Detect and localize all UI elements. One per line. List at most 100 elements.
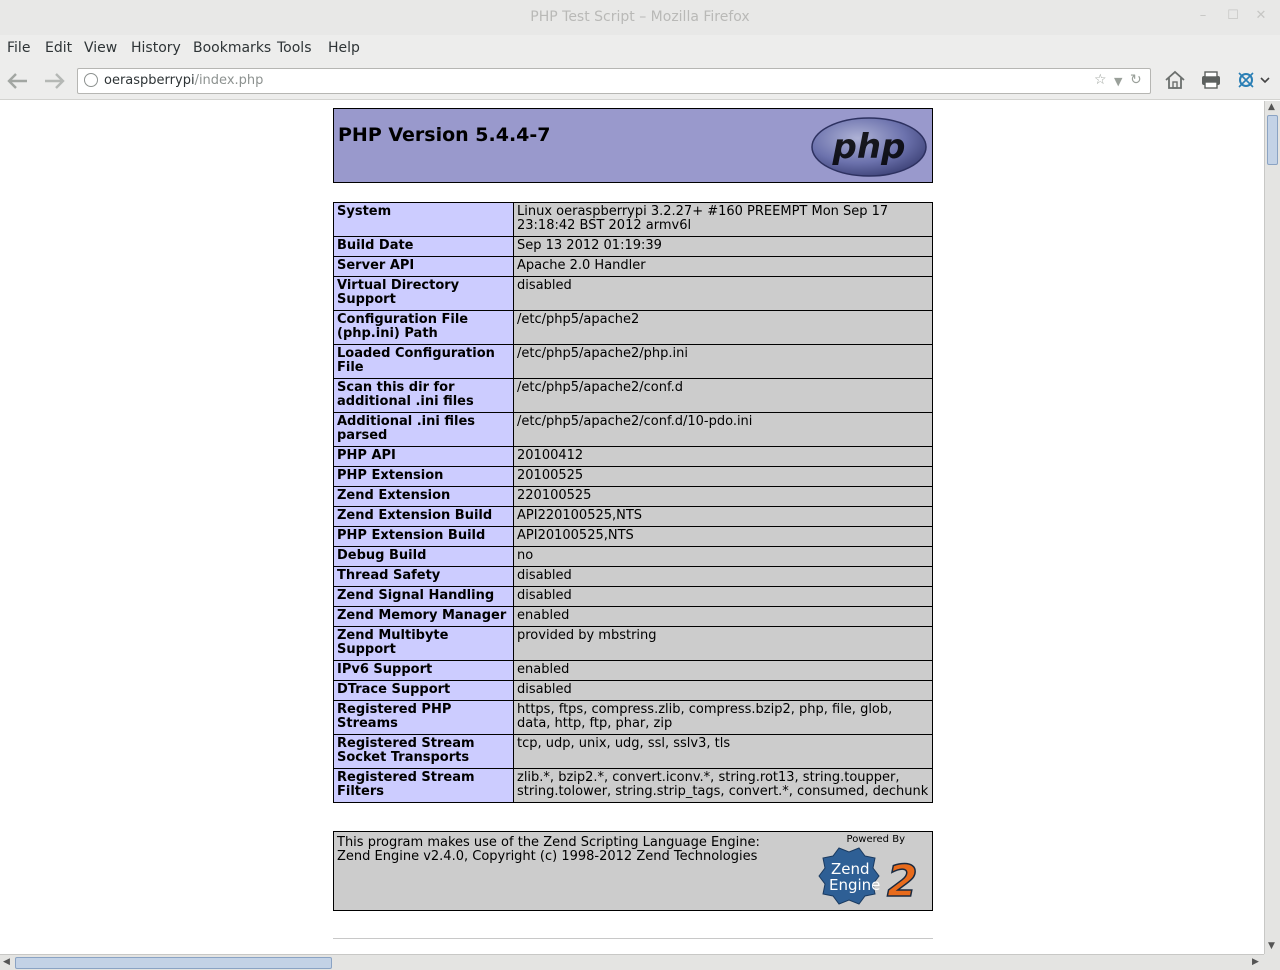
- forward-arrow-icon[interactable]: [40, 69, 68, 93]
- info-value: 20100525: [513, 466, 933, 487]
- info-value: disabled: [513, 680, 933, 701]
- info-key: Additional .ini files parsed: [333, 412, 514, 447]
- zend-engine-box: This program makes use of the Zend Scrip…: [333, 831, 933, 911]
- info-value: /etc/php5/apache2/php.ini: [513, 344, 933, 379]
- menu-bar: File Edit View History Bookmarks Tools H…: [0, 35, 1280, 62]
- info-value: zlib.*, bzip2.*, convert.iconv.*, string…: [513, 768, 933, 803]
- zend-logo-line2: Engine: [829, 876, 880, 894]
- table-row: Zend Memory Manager enabled: [333, 606, 933, 627]
- close-icon[interactable]: ✕: [1251, 8, 1271, 23]
- table-row: Additional .ini files parsed/etc/php5/ap…: [333, 412, 933, 447]
- info-key: IPv6 Support: [333, 660, 514, 681]
- info-key: Loaded Configuration File: [333, 344, 514, 379]
- info-value: Linux oeraspberrypi 3.2.27+ #160 PREEMPT…: [513, 202, 933, 237]
- info-key: Registered Stream Socket Transports: [333, 734, 514, 769]
- home-icon[interactable]: [1162, 70, 1188, 94]
- info-value: Apache 2.0 Handler: [513, 256, 933, 277]
- scroll-up-icon[interactable]: ▲: [1268, 102, 1275, 112]
- info-key: Virtual Directory Support: [333, 276, 514, 311]
- maximize-icon[interactable]: ☐: [1223, 8, 1243, 23]
- info-value: disabled: [513, 566, 933, 587]
- minimize-icon[interactable]: –: [1193, 8, 1213, 23]
- menu-tools[interactable]: Tools: [277, 40, 312, 56]
- table-row: Zend Signal Handling disabled: [333, 586, 933, 607]
- table-row: IPv6 Support enabled: [333, 660, 933, 681]
- table-row: Zend Multibyte Support provided by mbstri…: [333, 626, 933, 661]
- info-value: 20100412: [513, 446, 933, 467]
- info-key: System: [333, 202, 514, 237]
- addon-icon[interactable]: [1234, 70, 1274, 94]
- menu-file[interactable]: File: [7, 40, 30, 56]
- info-key: Thread Safety: [333, 566, 514, 587]
- info-value: no: [513, 546, 933, 567]
- table-row: Build Date Sep 13 2012 01:19:39: [333, 236, 933, 257]
- info-value: /etc/php5/apache2: [513, 310, 933, 345]
- scroll-left-icon[interactable]: ◀: [3, 957, 10, 967]
- window-titlebar: PHP Test Script – Mozilla Firefox – ☐ ✕: [0, 0, 1280, 35]
- info-key: DTrace Support: [333, 680, 514, 701]
- info-key: Configuration File (php.ini) Path: [333, 310, 514, 345]
- table-row: Virtual Directory Support disabled: [333, 276, 933, 311]
- vertical-scroll-thumb[interactable]: [1267, 115, 1278, 165]
- horizontal-scrollbar[interactable]: ◀ ▶: [0, 954, 1264, 970]
- table-row: PHP Extension Build API20100525,NTS: [333, 526, 933, 547]
- vertical-scrollbar[interactable]: ▲ ▼: [1264, 101, 1280, 954]
- info-key: Build Date: [333, 236, 514, 257]
- info-key: Scan this dir for additional .ini files: [333, 378, 514, 413]
- info-key: PHP API: [333, 446, 514, 467]
- table-row: Server API Apache 2.0 Handler: [333, 256, 933, 277]
- table-row: Scan this dir for additional .ini files /…: [333, 378, 933, 413]
- url-host: oeraspberrypi: [104, 73, 195, 88]
- page-divider: [333, 938, 933, 939]
- info-key: Server API: [333, 256, 514, 277]
- printer-icon[interactable]: [1198, 70, 1224, 94]
- scroll-right-icon[interactable]: ▶: [1252, 957, 1259, 967]
- php-logo: php: [810, 116, 928, 178]
- reload-icon[interactable]: ↻: [1130, 72, 1142, 88]
- info-key: Zend Multibyte Support: [333, 626, 514, 661]
- info-value: API220100525,NTS: [513, 506, 933, 527]
- table-row: Registered Stream Filters zlib.*, bzip2.*…: [333, 768, 933, 803]
- menu-edit[interactable]: Edit: [45, 40, 72, 56]
- window-title: PHP Test Script – Mozilla Firefox: [530, 9, 750, 25]
- scroll-down-icon[interactable]: ▼: [1268, 941, 1275, 951]
- info-value: Sep 13 2012 01:19:39: [513, 236, 933, 257]
- star-icon[interactable]: ☆: [1094, 72, 1107, 88]
- page-content: PHP Version 5.4.4-7 php System Linux oera…: [0, 101, 1264, 954]
- info-value: https, ftps, compress.zlib, compress.bzi…: [513, 700, 933, 735]
- info-key: Zend Memory Manager: [333, 606, 514, 627]
- menu-help[interactable]: Help: [328, 40, 360, 56]
- table-row: Thread Safety disabled: [333, 566, 933, 587]
- menu-view[interactable]: View: [84, 40, 117, 56]
- horizontal-scroll-thumb[interactable]: [15, 957, 332, 969]
- zend-line-1: This program makes use of the Zend Scrip…: [337, 835, 760, 850]
- info-key: Zend Signal Handling: [333, 586, 514, 607]
- zend-logo-number: 2: [887, 856, 918, 907]
- info-key: Registered Stream Filters: [333, 768, 514, 803]
- info-key: PHP Extension Build: [333, 526, 514, 547]
- table-row: Debug Build no: [333, 546, 933, 567]
- zend-engine-logo: Zend Engine 2: [815, 846, 929, 908]
- url-text[interactable]: oeraspberrypi/index.php: [104, 73, 263, 88]
- table-row: DTrace Support disabled: [333, 680, 933, 701]
- url-path: /index.php: [194, 73, 264, 88]
- info-key: Debug Build: [333, 546, 514, 567]
- info-value: enabled: [513, 660, 933, 681]
- chevron-down-icon[interactable]: ▼: [1114, 75, 1122, 88]
- info-value: /etc/php5/apache2/conf.d/10-pdo.ini: [513, 412, 933, 447]
- table-row: Registered Stream Socket Transports tcp, …: [333, 734, 933, 769]
- table-row: PHP Extension 20100525: [333, 466, 933, 487]
- table-row: PHP API 20100412: [333, 446, 933, 467]
- zend-line-2: Zend Engine v2.4.0, Copyright (c) 1998-2…: [337, 849, 758, 864]
- back-arrow-icon[interactable]: [4, 69, 32, 93]
- php-version-title: PHP Version 5.4.4-7: [338, 124, 551, 146]
- info-value: provided by mbstring: [513, 626, 933, 661]
- info-value: 220100525: [513, 486, 933, 507]
- menu-bookmarks[interactable]: Bookmarks: [193, 40, 271, 56]
- site-identity-icon[interactable]: [84, 73, 98, 87]
- menu-history[interactable]: History: [131, 40, 181, 56]
- url-bar[interactable]: oeraspberrypi/index.php ☆ ▼ ↻: [77, 68, 1151, 94]
- info-value: /etc/php5/apache2/conf.d: [513, 378, 933, 413]
- php-logo-text: php: [832, 127, 906, 167]
- php-version-header: PHP Version 5.4.4-7 php: [333, 108, 933, 183]
